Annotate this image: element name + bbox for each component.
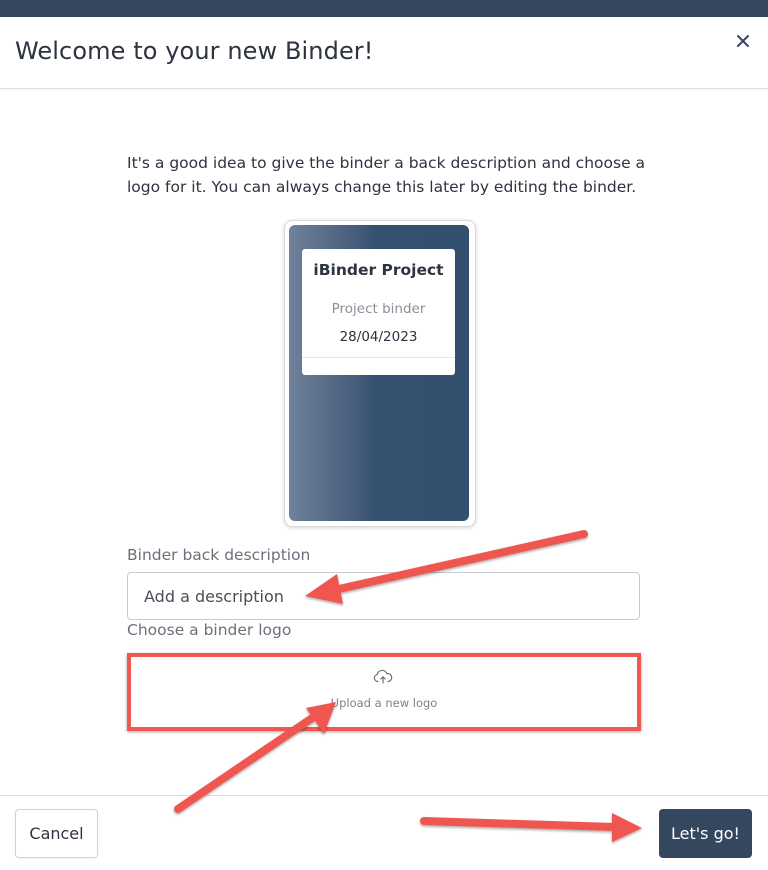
close-icon bbox=[737, 35, 749, 47]
annotation-highlight-box bbox=[127, 653, 641, 731]
binder-label-divider bbox=[302, 357, 455, 358]
top-bar bbox=[0, 0, 768, 17]
lets-go-button[interactable]: Let's go! bbox=[659, 809, 752, 858]
binder-label-title: iBinder Project bbox=[313, 261, 444, 279]
cancel-button[interactable]: Cancel bbox=[15, 809, 98, 858]
description-label: Binder back description bbox=[127, 546, 311, 564]
binder-spine: iBinder Project Project binder 28/04/202… bbox=[289, 225, 469, 521]
description-input[interactable] bbox=[127, 572, 640, 620]
dialog-title: Welcome to your new Binder! bbox=[15, 37, 374, 65]
logo-label: Choose a binder logo bbox=[127, 621, 292, 639]
dialog-header: Welcome to your new Binder! bbox=[0, 17, 768, 89]
binder-preview: iBinder Project Project binder 28/04/202… bbox=[284, 220, 476, 527]
binder-label-date: 28/04/2023 bbox=[339, 329, 418, 345]
binder-label-subtitle: Project binder bbox=[331, 301, 426, 317]
intro-text: It's a good idea to give the binder a ba… bbox=[127, 154, 646, 196]
dialog-footer: Cancel Let's go! bbox=[0, 795, 768, 870]
binder-label-card: iBinder Project Project binder 28/04/202… bbox=[302, 249, 455, 375]
close-button[interactable] bbox=[731, 29, 755, 53]
